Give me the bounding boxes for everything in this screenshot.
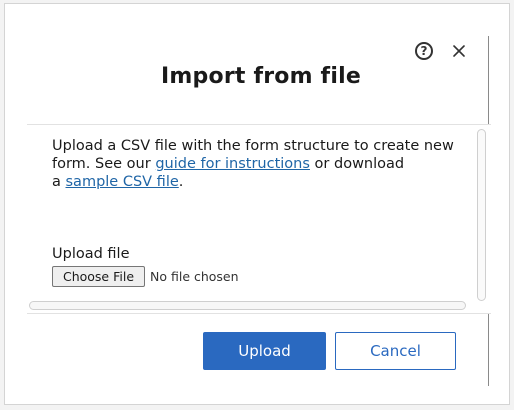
sample-csv-link[interactable]: sample CSV file	[66, 174, 179, 190]
dialog-body: Upload a CSV file with the form structur…	[27, 124, 491, 314]
description-text-4: .	[178, 174, 184, 190]
choose-file-button[interactable]: Choose File	[52, 266, 145, 287]
import-dialog: ? Import from file Upload a CSV file wit…	[4, 3, 510, 405]
help-glyph: ?	[420, 44, 428, 58]
upload-file-label: Upload file	[52, 246, 130, 262]
guide-link[interactable]: guide for instructions	[155, 156, 310, 172]
dialog-title: Import from file	[161, 64, 361, 89]
description-text-3: a	[52, 174, 66, 190]
close-icon[interactable]	[451, 43, 467, 59]
cancel-button[interactable]: Cancel	[335, 332, 456, 370]
file-status-text: No file chosen	[150, 269, 239, 284]
upload-button[interactable]: Upload	[203, 332, 326, 370]
horizontal-scrollbar[interactable]	[29, 301, 466, 310]
description-text: Upload a CSV file with the form structur…	[52, 137, 462, 191]
description-text-2: or download	[309, 156, 405, 172]
vertical-scrollbar[interactable]	[477, 129, 486, 301]
question-circle-icon[interactable]: ?	[415, 42, 433, 60]
